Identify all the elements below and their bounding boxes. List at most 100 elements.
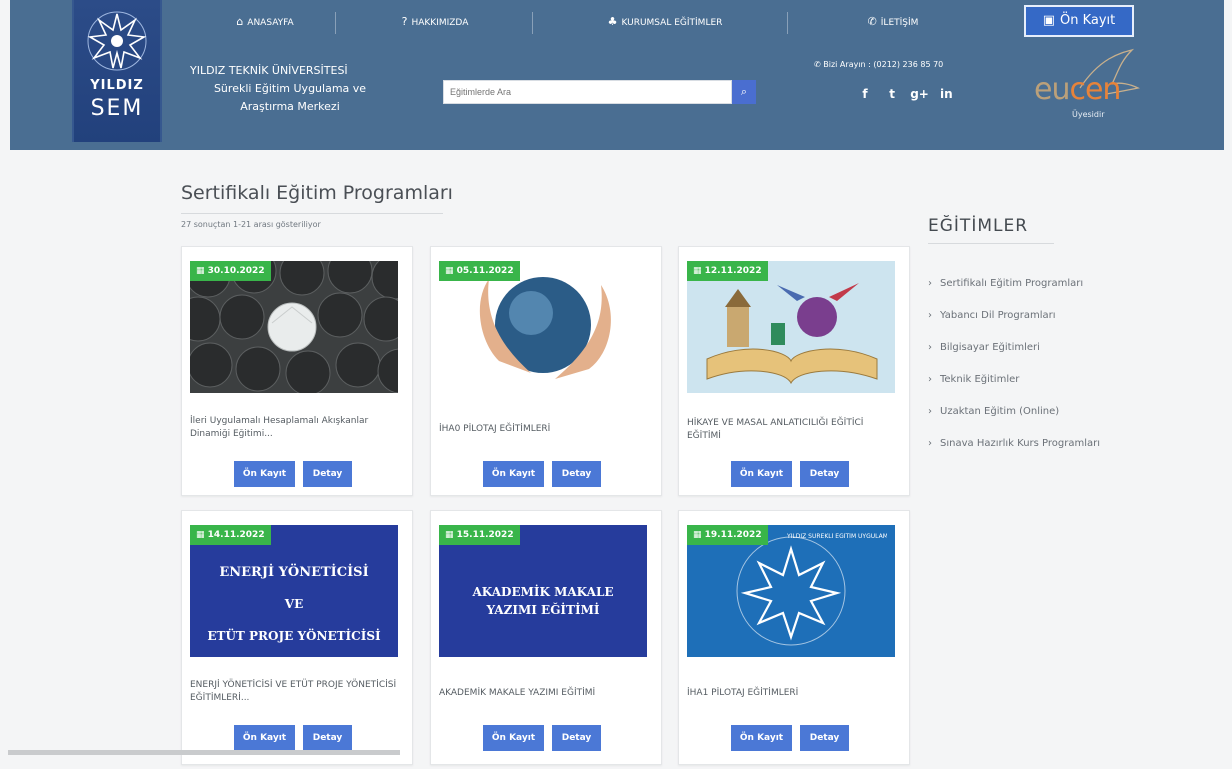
sidebar-item-certified[interactable]: › Sertifikalı Eğitim Programları [928, 278, 1083, 289]
chevron-right-icon: › [928, 310, 932, 321]
course-card[interactable]: YILDIZ SÜREKLİ EĞİTİM UYGULAMA VE ARAŞTI… [678, 510, 910, 765]
course-card[interactable]: ▦ 30.10.2022 İleri Uygulamalı Hesaplamal… [181, 246, 413, 496]
calendar-icon: ▦ [196, 266, 208, 276]
search-input[interactable] [443, 80, 732, 104]
date-badge: ▦ 30.10.2022 [190, 261, 271, 281]
preregister-top-label: Ön Kayıt [1060, 13, 1116, 28]
detail-button[interactable]: Detay [303, 461, 352, 487]
calendar-icon: ▦ [445, 530, 457, 540]
course-card[interactable]: ▦ 05.11.2022 İHA0 PİLOTAJ EĞİTİMLERİ Ön … [430, 246, 662, 496]
course-title[interactable]: ENERJİ YÖNETİCİSİ VE ETÜT PROJE YÖNETİCİ… [190, 679, 400, 705]
date-badge: ▦ 15.11.2022 [439, 525, 520, 545]
sidebar-item-label: Teknik Eğitimler [940, 374, 1020, 385]
nav-about[interactable]: ? HAKKIMIZDA [380, 8, 490, 36]
sidebar-item-computer[interactable]: › Bilgisayar Eğitimleri [928, 342, 1040, 353]
course-title[interactable]: HİKAYE VE MASAL ANLATICILIĞI EĞİTİCİ EĞİ… [687, 417, 897, 443]
search-button[interactable]: ⌕ [732, 80, 756, 104]
preregister-button[interactable]: Ön Kayıt [483, 725, 544, 751]
sidebar-divider [928, 243, 1054, 244]
horizontal-scrollbar[interactable] [8, 750, 400, 755]
chevron-right-icon: › [928, 342, 932, 353]
eucen-member-text: Üyesidir [1072, 110, 1105, 119]
nav-home[interactable]: ⌂ ANASAYFA [210, 8, 320, 36]
linkedin-icon[interactable]: in [937, 85, 955, 103]
date-text: 19.11.2022 [704, 530, 762, 540]
page-title: Sertifikalı Eğitim Programları [181, 182, 453, 204]
eucen-word-b: cen [1069, 72, 1121, 107]
detail-button[interactable]: Detay [303, 725, 352, 751]
nav-contact[interactable]: ✆ İLETİŞİM [848, 8, 938, 36]
sidebar-item-technical[interactable]: › Teknik Eğitimler [928, 374, 1019, 385]
register-icon: ▣ [1042, 13, 1055, 28]
search-icon: ⌕ [740, 85, 748, 98]
calendar-icon: ▦ [196, 530, 208, 540]
image-text-1: ENERJİ YÖNETİCİSİ [219, 565, 369, 580]
title-divider [181, 213, 443, 214]
contact-phone-text: Bizi Arayın : (0212) 236 85 70 [823, 60, 944, 69]
chevron-right-icon: › [928, 278, 932, 289]
nav-divider [532, 12, 533, 34]
home-icon: ⌂ [236, 15, 244, 28]
preregister-button[interactable]: Ön Kayıt [234, 725, 295, 751]
date-text: 12.11.2022 [704, 266, 762, 276]
date-badge: ▦ 14.11.2022 [190, 525, 271, 545]
nav-home-label: ANASAYFA [247, 18, 294, 28]
detail-button[interactable]: Detay [800, 461, 849, 487]
phone-icon: ✆ [867, 15, 877, 28]
sidebar-item-language[interactable]: › Yabancı Dil Programları [928, 310, 1056, 321]
detail-button[interactable]: Detay [800, 725, 849, 751]
calendar-icon: ▦ [445, 266, 457, 276]
sidebar-item-label: Bilgisayar Eğitimleri [940, 342, 1040, 353]
date-text: 15.11.2022 [456, 530, 514, 540]
detail-button[interactable]: Detay [552, 725, 601, 751]
image-text-3: ETÜT PROJE YÖNETİCİSİ [207, 629, 381, 643]
course-title[interactable]: İHA0 PİLOTAJ EĞİTİMLERİ [439, 423, 649, 436]
eucen-word: eucen [1034, 72, 1121, 107]
course-card[interactable]: ▦ 12.11.2022 HİKAYE VE MASAL ANLATICILIĞ… [678, 246, 910, 496]
course-title[interactable]: AKADEMİK MAKALE YAZIMI EĞİTİMİ [439, 687, 649, 700]
course-title[interactable]: İHA1 PİLOTAJ EĞİTİMLERİ [687, 687, 897, 700]
university-name: YILDIZ TEKNİK ÜNİVERSİTESİ Sürekli Eğiti… [190, 62, 390, 116]
site-header: YILDIZ SEM ⌂ ANASAYFA ? HAKKIMIZDA ♣ KURUMS… [10, 0, 1224, 150]
date-text: 14.11.2022 [207, 530, 265, 540]
date-text: 30.10.2022 [207, 266, 265, 276]
detail-button[interactable]: Detay [552, 461, 601, 487]
sitemap-icon: ♣ [607, 15, 618, 28]
calendar-icon: ▦ [693, 530, 705, 540]
preregister-button[interactable]: Ön Kayıt [731, 725, 792, 751]
logo-text-top: YILDIZ [90, 78, 144, 93]
preregister-button[interactable]: Ön Kayıt [234, 461, 295, 487]
date-badge: ▦ 12.11.2022 [687, 261, 768, 281]
course-card[interactable]: AKADEMİK MAKALE YAZIMI EĞİTİMİ ▦ 15.11.2… [430, 510, 662, 765]
sidebar-item-label: Uzaktan Eğitim (Online) [940, 406, 1060, 417]
image-arc-text: YILDIZ SÜREKLİ EĞİTİM UYGULAMA VE ARAŞTI… [787, 533, 887, 540]
university-line-1: YILDIZ TEKNİK ÜNİVERSİTESİ [190, 64, 348, 77]
sidebar-item-label: Sertifikalı Eğitim Programları [940, 278, 1084, 289]
sidebar-item-exam-prep[interactable]: › Sınava Hazırlık Kurs Programları [928, 438, 1100, 449]
image-text-2: YAZIMI EĞİTİMİ [486, 603, 600, 617]
google-plus-icon[interactable]: g+ [910, 85, 929, 103]
university-line-2: Sürekli Eğitim Uygulama ve [213, 82, 367, 95]
university-line-3: Araştırma Merkezi [240, 100, 340, 113]
yildiz-sem-logo[interactable]: YILDIZ SEM [72, 0, 162, 142]
sidebar-item-label: Sınava Hazırlık Kurs Programları [940, 438, 1101, 449]
preregister-button[interactable]: Ön Kayıt [731, 461, 792, 487]
sidebar-item-label: Yabancı Dil Programları [940, 310, 1056, 321]
logo-text-bottom: SEM [90, 96, 144, 121]
twitter-icon[interactable]: t [883, 85, 901, 103]
sidebar-item-online[interactable]: › Uzaktan Eğitim (Online) [928, 406, 1059, 417]
nav-corporate-label: KURUMSAL EĞİTİMLER [621, 18, 723, 28]
course-card[interactable]: ENERJİ YÖNETİCİSİ VE ETÜT PROJE YÖNETİCİ… [181, 510, 413, 765]
eucen-word-a: eu [1034, 72, 1070, 107]
course-title[interactable]: İleri Uygulamalı Hesaplamalı Akışkanlar … [190, 415, 400, 441]
eucen-logo[interactable]: eucen Üyesidir [1020, 48, 1150, 138]
image-text-1: AKADEMİK MAKALE [472, 585, 614, 599]
nav-corporate[interactable]: ♣ KURUMSAL EĞİTİMLER [585, 8, 745, 36]
facebook-icon[interactable]: f [856, 85, 874, 103]
result-count: 27 sonuçtan 1-21 arası gösteriliyor [181, 220, 321, 229]
preregister-button[interactable]: Ön Kayıt [483, 461, 544, 487]
nav-divider [787, 12, 788, 34]
date-text: 05.11.2022 [456, 266, 514, 276]
sidebar-title: EĞİTİMLER [928, 216, 1029, 236]
preregister-top-button[interactable]: ▣ Ön Kayıt [1024, 5, 1134, 37]
